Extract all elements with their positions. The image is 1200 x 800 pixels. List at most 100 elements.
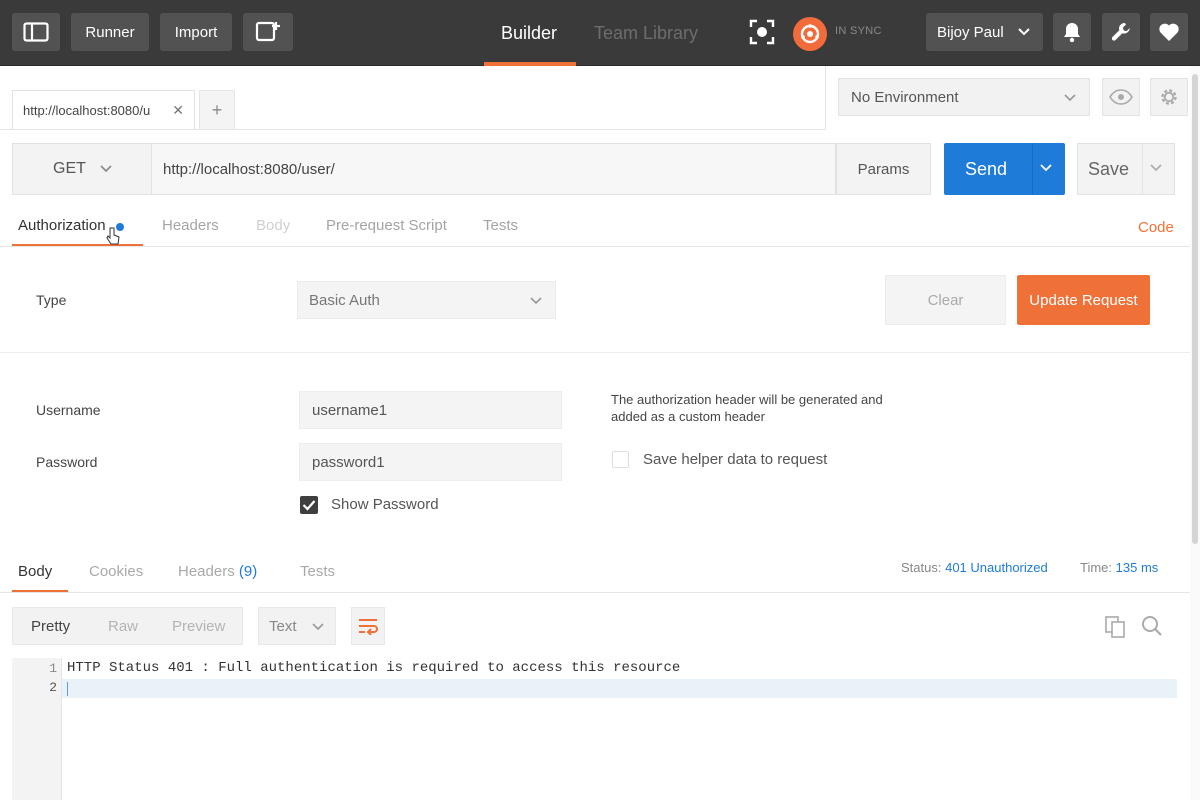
cursor-pointer-icon	[106, 227, 120, 245]
sidebar-toggle-button[interactable]	[12, 13, 60, 51]
new-window-icon	[255, 21, 280, 42]
divider	[0, 129, 825, 130]
auth-type-value: Basic Auth	[309, 291, 380, 309]
notifications-button[interactable]	[1053, 13, 1091, 51]
update-request-button[interactable]: Update Request	[1017, 275, 1150, 325]
manage-environments-button[interactable]	[1150, 78, 1188, 116]
response-body-editor[interactable]: 1 2 HTTP Status 401 : Full authenticatio…	[12, 658, 1177, 800]
method-select[interactable]: GET	[12, 143, 152, 195]
bell-icon	[1064, 23, 1080, 43]
environment-select[interactable]: No Environment	[838, 78, 1090, 116]
password-field[interactable]: password1	[299, 443, 562, 481]
divider	[0, 592, 1190, 593]
response-time: Time: 135 ms	[1080, 560, 1158, 575]
username-label: Username	[36, 402, 101, 418]
code-line: HTTP Status 401 : Full authentication is…	[67, 660, 681, 676]
runner-button[interactable]: Runner	[71, 13, 149, 51]
divider	[825, 66, 826, 130]
chevron-down-icon	[530, 297, 542, 305]
response-tab-cookies[interactable]: Cookies	[89, 563, 143, 580]
response-status: Status: 401 Unauthorized	[901, 560, 1048, 575]
copy-icon[interactable]	[1104, 615, 1126, 639]
content-type-select[interactable]: Text	[258, 607, 336, 645]
auth-help-text: The authorization header will be generat…	[611, 392, 883, 424]
tab-headers[interactable]: Headers	[162, 217, 219, 234]
divider	[1032, 143, 1033, 195]
password-label: Password	[36, 454, 98, 470]
divider	[0, 246, 1190, 247]
response-tab-body[interactable]: Body	[18, 563, 52, 580]
chevron-down-icon	[1018, 28, 1030, 36]
response-tab-tests[interactable]: Tests	[300, 563, 335, 580]
auth-type-select[interactable]: Basic Auth	[297, 281, 556, 319]
scrollbar-thumb[interactable]	[1192, 74, 1198, 544]
chevron-down-icon	[312, 623, 324, 631]
divider	[0, 352, 1190, 353]
save-label: Save	[1088, 158, 1130, 179]
show-password-label: Show Password	[331, 496, 439, 513]
tab-authorization[interactable]: Authorization	[18, 217, 106, 234]
sidebar-icon	[23, 22, 49, 42]
time-value: 135 ms	[1115, 560, 1159, 575]
nav-active-indicator	[484, 62, 576, 66]
user-menu-button[interactable]: Bijoy Paul	[926, 13, 1043, 51]
tab-tests[interactable]: Tests	[483, 217, 518, 234]
send-label: Send	[965, 158, 1008, 179]
format-raw-button[interactable]: Raw	[108, 618, 138, 635]
line-number-gutter: 1 2	[12, 658, 62, 800]
line-number: 1	[49, 661, 57, 676]
environment-quick-look-button[interactable]	[1102, 78, 1140, 116]
time-label: Time:	[1080, 560, 1113, 575]
generate-code-link[interactable]: Code	[1138, 219, 1174, 236]
type-label: Type	[36, 292, 67, 308]
format-toggle-group: Pretty Raw Preview	[12, 607, 243, 645]
checkmark-icon	[302, 500, 316, 511]
sync-status: IN SYNC	[835, 25, 882, 37]
status-value: 401 Unauthorized	[945, 560, 1048, 575]
format-preview-button[interactable]: Preview	[172, 618, 225, 635]
params-button[interactable]: Params	[836, 143, 931, 195]
save-helper-checkbox[interactable]	[612, 451, 629, 468]
environment-value: No Environment	[851, 88, 959, 106]
format-pretty-button[interactable]: Pretty	[31, 618, 70, 635]
new-window-button[interactable]	[243, 13, 293, 51]
url-input[interactable]: http://localhost:8080/user/	[152, 143, 836, 195]
send-button[interactable]: Send	[944, 143, 1065, 195]
settings-button[interactable]	[1102, 13, 1140, 51]
clear-button[interactable]: Clear	[885, 275, 1006, 325]
status-label: Status:	[901, 560, 942, 575]
favorites-button[interactable]	[1150, 13, 1188, 51]
page-scrollbar[interactable]	[1190, 66, 1200, 800]
request-tab[interactable]: http://localhost:8080/u ✕	[12, 90, 195, 130]
import-button[interactable]: Import	[160, 13, 232, 51]
tab-body[interactable]: Body	[256, 217, 290, 234]
sync-icon[interactable]	[793, 17, 827, 51]
text-cursor	[67, 682, 68, 696]
tab-prerequest-script[interactable]: Pre-request Script	[326, 217, 447, 234]
response-headers-label: Headers	[178, 563, 235, 580]
capture-icon[interactable]	[748, 18, 776, 49]
gear-icon	[1161, 89, 1177, 105]
close-icon[interactable]: ✕	[172, 102, 184, 119]
save-button[interactable]: Save	[1077, 143, 1175, 195]
eye-icon	[1109, 89, 1133, 105]
request-tab-label: http://localhost:8080/u	[23, 103, 151, 118]
heart-icon	[1159, 23, 1179, 41]
nav-builder[interactable]: Builder	[501, 14, 557, 52]
chevron-down-icon	[1064, 94, 1076, 102]
wrap-lines-icon	[359, 619, 378, 635]
chevron-down-icon[interactable]	[1039, 160, 1053, 174]
search-icon[interactable]	[1140, 614, 1164, 638]
username-field[interactable]: username1	[299, 391, 562, 429]
nav-team-library[interactable]: Team Library	[594, 14, 698, 52]
show-password-checkbox[interactable]	[300, 496, 318, 514]
add-tab-button[interactable]: +	[199, 90, 235, 130]
wrap-lines-button[interactable]	[351, 607, 385, 645]
response-tab-headers[interactable]: Headers (9)	[178, 563, 257, 580]
line-number: 2	[49, 680, 57, 695]
chevron-down-icon[interactable]	[1149, 160, 1163, 174]
wrench-icon	[1111, 23, 1130, 41]
top-bar: Runner Import Builder Team Library IN SY…	[0, 0, 1200, 66]
response-headers-count: (9)	[238, 563, 258, 580]
user-name: Bijoy Paul	[937, 23, 1004, 41]
